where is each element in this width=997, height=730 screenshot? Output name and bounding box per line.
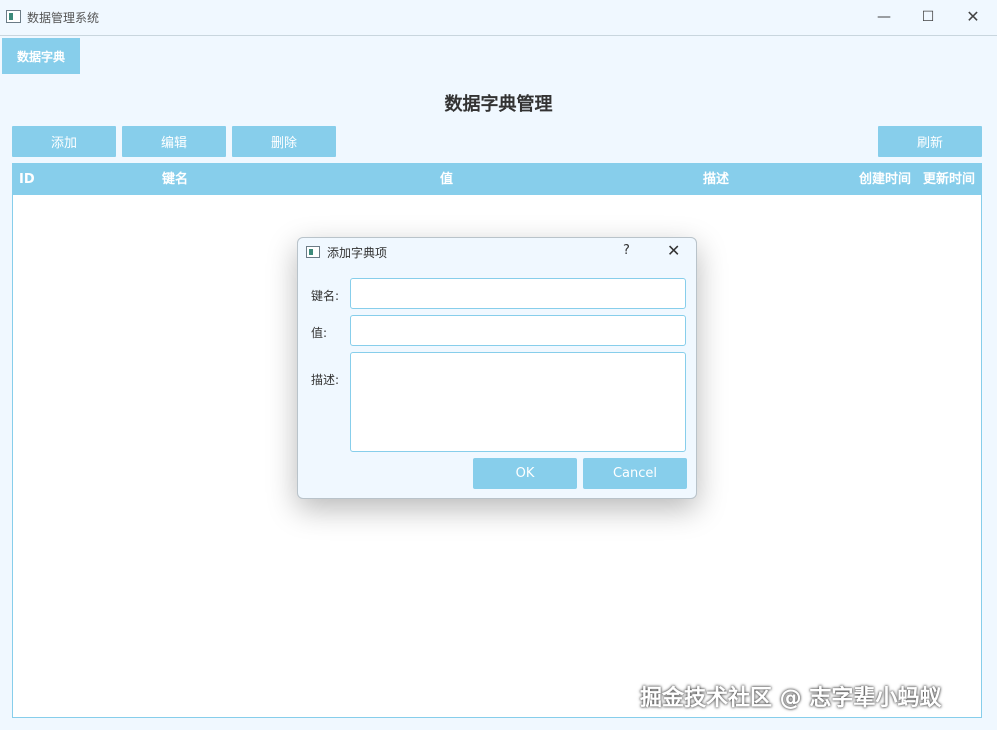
- help-icon[interactable]: ?: [623, 243, 630, 258]
- table-header: ID 键名 值 描述 创建时间 更新时间: [13, 164, 981, 195]
- column-header-description[interactable]: 描述: [703, 164, 729, 195]
- tab-data-dictionary[interactable]: 数据字典: [2, 38, 80, 74]
- dialog-title: 添加字典项: [327, 246, 388, 260]
- column-header-id[interactable]: ID: [19, 164, 35, 195]
- delete-button[interactable]: 删除: [232, 126, 336, 157]
- minimize-icon[interactable]: —: [869, 6, 899, 28]
- ok-button[interactable]: OK: [473, 458, 577, 489]
- watermark: 掘金技术社区 @ 志字辈小蚂蚁: [640, 686, 942, 711]
- value-input[interactable]: [350, 315, 686, 346]
- maximize-icon[interactable]: ☐: [913, 6, 943, 28]
- description-textarea[interactable]: [350, 352, 686, 452]
- app-icon: [6, 10, 21, 23]
- column-header-updated-time[interactable]: 更新时间: [923, 164, 975, 195]
- column-header-value[interactable]: 值: [440, 164, 453, 195]
- edit-button[interactable]: 编辑: [122, 126, 226, 157]
- window-titlebar: 数据管理系统 — ☐ ✕: [0, 0, 997, 36]
- description-label: 描述:: [311, 373, 340, 387]
- add-item-dialog: 添加字典项 ? ✕ 键名: 值: 描述: OK Cancel: [297, 237, 697, 499]
- key-input[interactable]: [350, 278, 686, 309]
- cancel-button[interactable]: Cancel: [583, 458, 687, 489]
- column-header-key[interactable]: 键名: [162, 164, 188, 195]
- close-icon[interactable]: ✕: [958, 6, 988, 28]
- dialog-titlebar: 添加字典项 ? ✕: [298, 238, 696, 266]
- page-title: 数据字典管理: [444, 94, 553, 115]
- column-header-created-time[interactable]: 创建时间: [859, 164, 911, 195]
- value-label: 值:: [311, 326, 328, 340]
- add-button[interactable]: 添加: [12, 126, 116, 157]
- dialog-app-icon: [306, 246, 320, 258]
- dialog-close-icon[interactable]: ✕: [667, 241, 680, 260]
- refresh-button[interactable]: 刷新: [878, 126, 982, 157]
- key-label: 键名:: [311, 289, 340, 303]
- window-title: 数据管理系统: [27, 11, 100, 25]
